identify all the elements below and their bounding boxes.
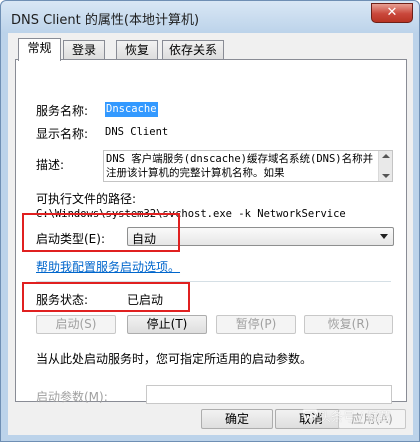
scroll-up-icon[interactable]	[382, 154, 390, 158]
description-box[interactable]: DNS 客户端服务(dnscache)缓存域名系统(DNS)名称并注册该计算机的…	[103, 150, 393, 182]
annotation-box-service-status	[22, 282, 190, 312]
tab-general[interactable]: 常规	[18, 38, 61, 61]
service-name-label: 服务名称:	[36, 104, 89, 118]
chevron-down-icon	[380, 234, 388, 239]
description-text: DNS 客户端服务(dnscache)缓存域名系统(DNS)名称并注册该计算机的…	[106, 153, 374, 179]
stop-button[interactable]: 停止(T)	[127, 315, 207, 334]
start-params-hint: 当从此处启动服务时，您可指定所适用的启动参数。	[36, 352, 313, 366]
start-params-input[interactable]	[146, 385, 392, 404]
watermark-chat-icon	[303, 409, 317, 421]
tab-dependencies[interactable]: 依存关系	[162, 40, 224, 60]
display-name-value[interactable]: DNS Client	[105, 126, 168, 138]
help-configure-link[interactable]: 帮助我配置服务启动选项。	[36, 258, 180, 275]
properties-dialog: DNS Client 的属性(本地计算机) ✕ 常规 登录 恢复 依存关系 服务…	[0, 0, 420, 442]
start-params-label: 启动参数(M):	[36, 390, 108, 404]
description-scrollbar[interactable]	[378, 151, 392, 181]
start-button[interactable]: 启动(S)	[36, 315, 116, 334]
title-bar[interactable]: DNS Client 的属性(本地计算机) ✕	[1, 1, 419, 33]
description-label: 描述:	[36, 158, 65, 172]
display-name-label: 显示名称:	[36, 127, 89, 141]
dialog-body: 常规 登录 恢复 依存关系 服务名称: Dnscache 显示名称: DNS C…	[8, 33, 413, 435]
service-name-value[interactable]: Dnscache	[105, 102, 158, 117]
general-tab-panel: 服务名称: Dnscache 显示名称: DNS Client 描述: DNS …	[15, 59, 407, 404]
resume-button[interactable]: 恢复(R)	[304, 315, 393, 334]
scroll-down-icon[interactable]	[382, 174, 390, 178]
tab-recovery[interactable]: 恢复	[116, 40, 158, 60]
close-icon: ✕	[386, 5, 398, 20]
tab-logon[interactable]: 登录	[63, 40, 105, 60]
ok-button[interactable]: 确定	[201, 409, 273, 429]
annotation-box-startup-type	[22, 213, 180, 252]
close-button[interactable]: ✕	[371, 3, 413, 23]
pause-button[interactable]: 暂停(P)	[216, 315, 296, 334]
watermark-text: 头条号 / 橘藏	[319, 410, 391, 424]
exec-path-label: 可执行文件的路径:	[36, 192, 137, 206]
window-title: DNS Client 的属性(本地计算机)	[11, 13, 200, 28]
